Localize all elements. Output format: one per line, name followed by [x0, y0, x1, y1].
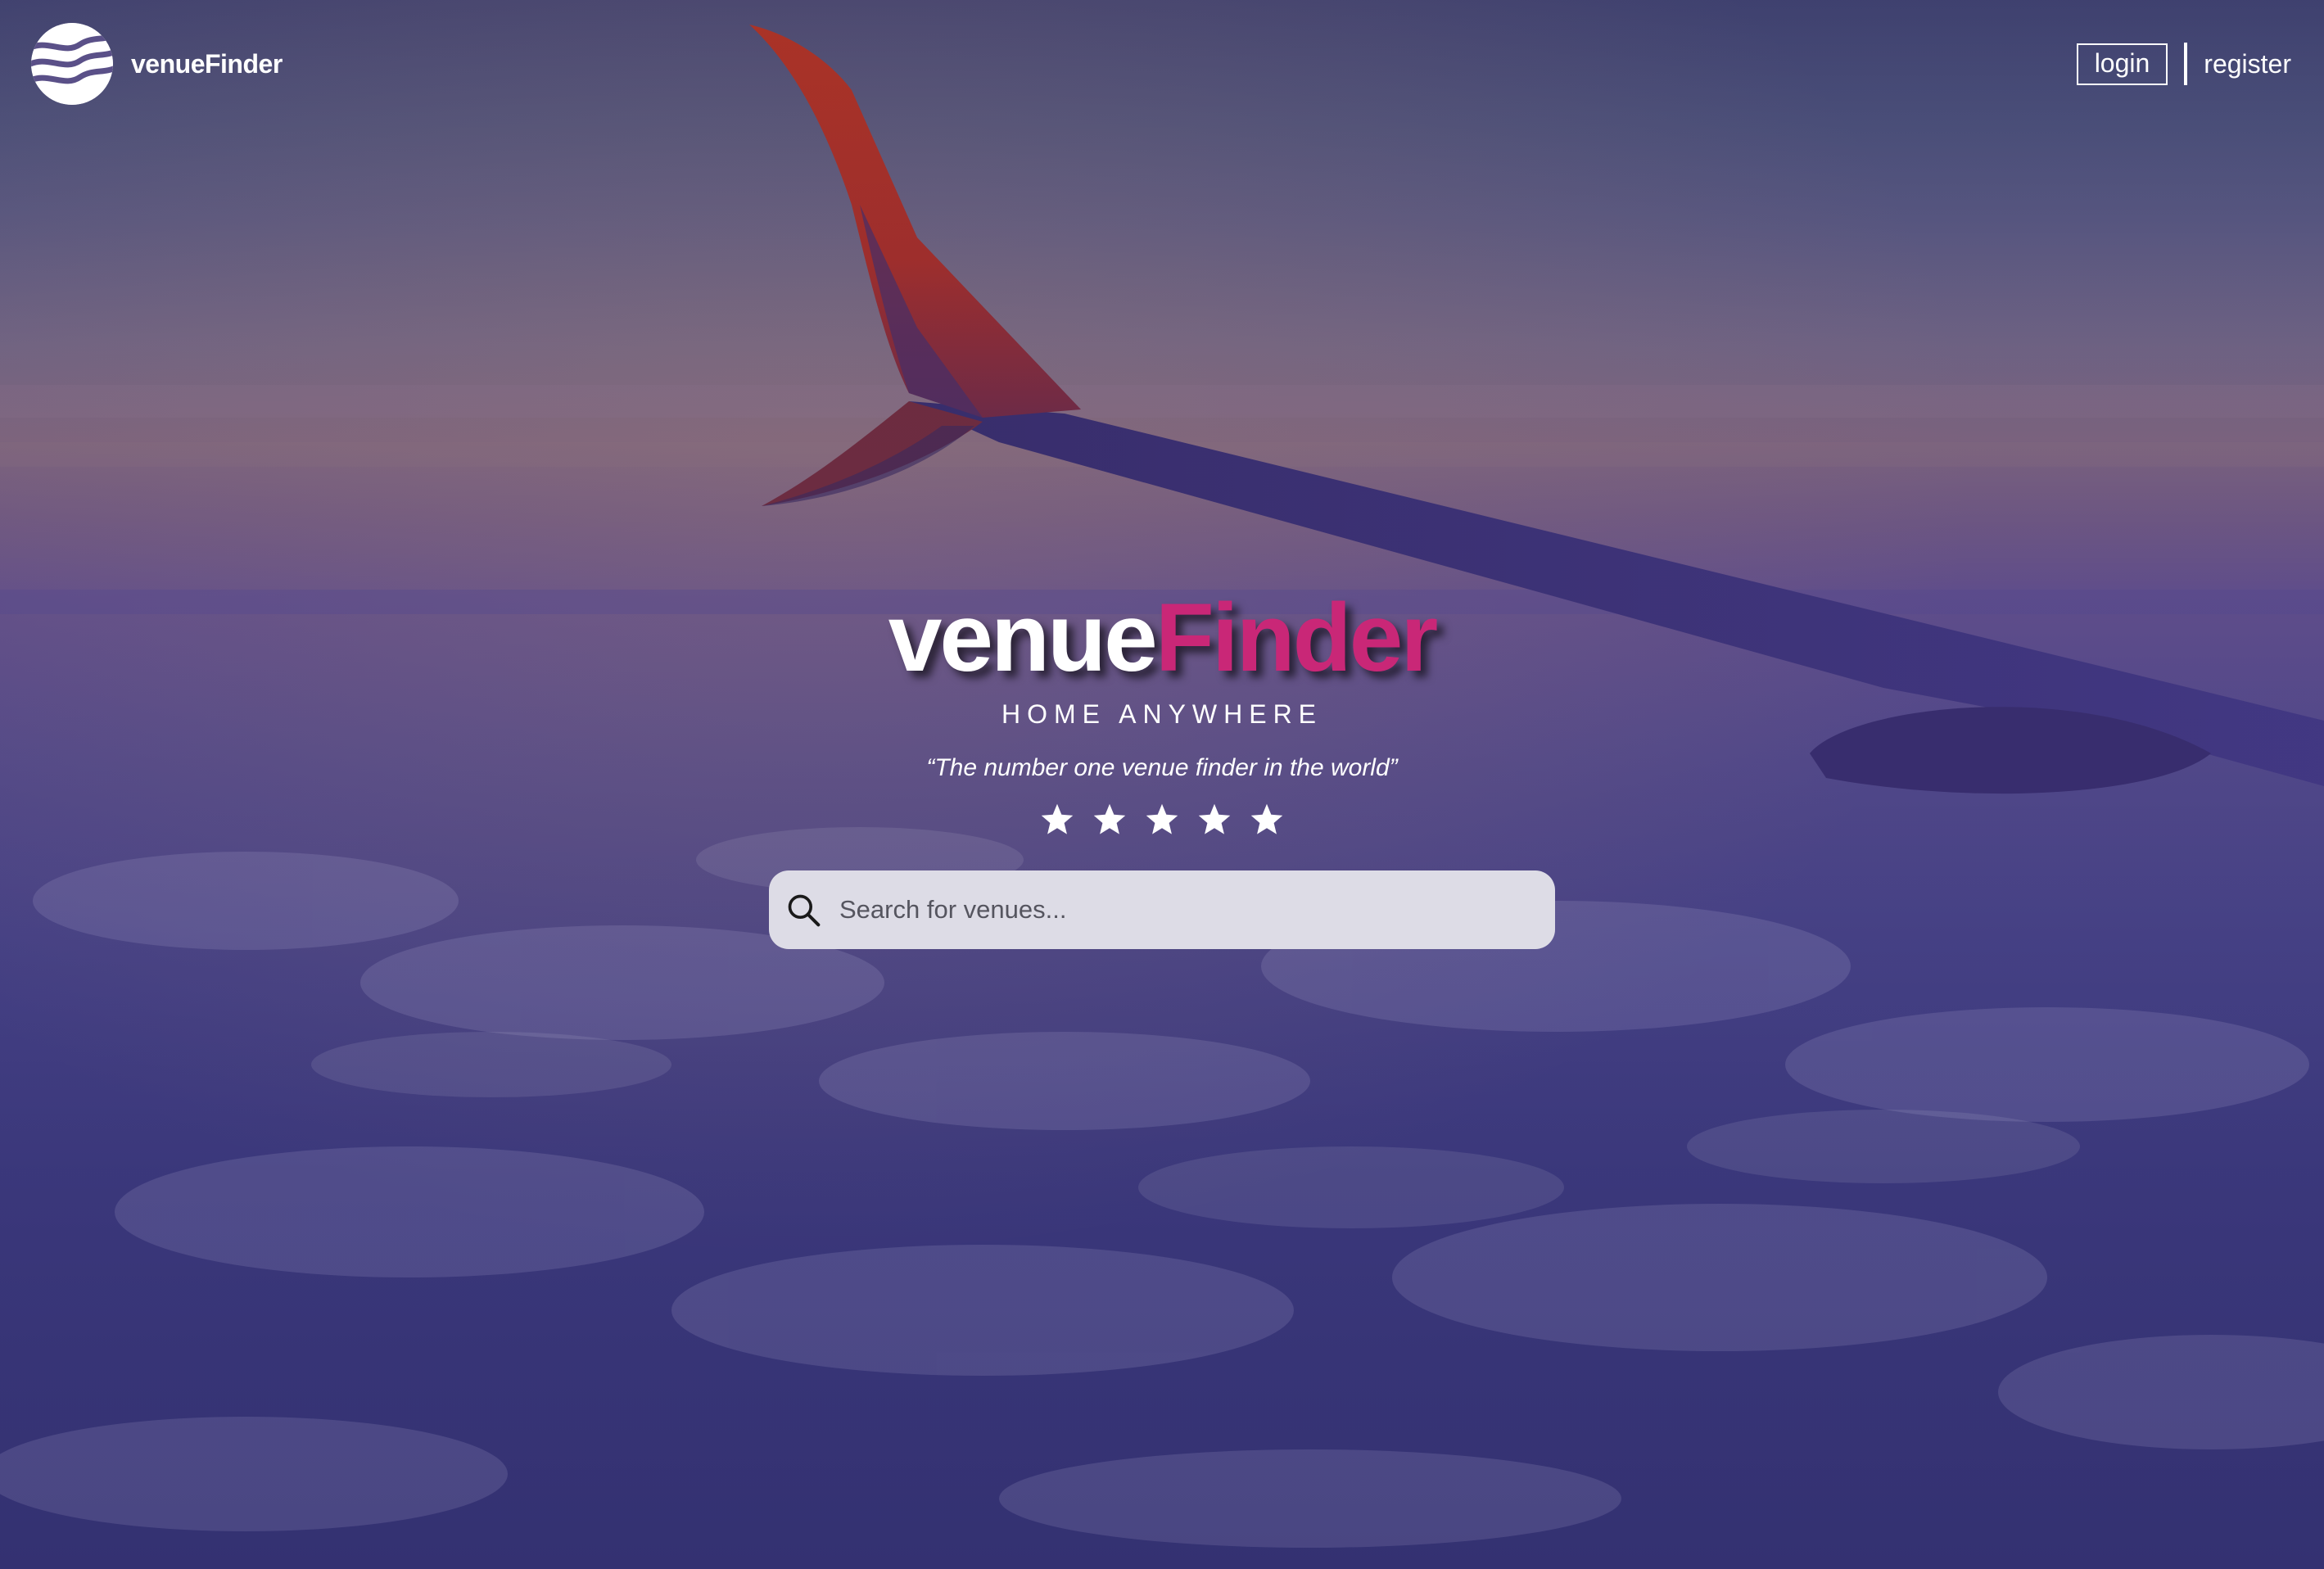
- rating-stars: [1039, 802, 1285, 838]
- hero-quote: “The number one venue finder in the worl…: [926, 754, 1398, 781]
- star-icon: [1198, 803, 1231, 834]
- search-input[interactable]: [838, 894, 1539, 925]
- landing-page: venueFinder login register venueFinder H…: [0, 0, 2324, 1569]
- hero-brand-title: venueFinder: [888, 590, 1439, 686]
- star-icon: [1250, 803, 1283, 834]
- brand-title-part1: venue: [888, 584, 1158, 692]
- star-icon: [1146, 803, 1178, 834]
- star-icon: [1093, 803, 1126, 834]
- tagline: HOME ANYWHERE: [1001, 699, 1323, 729]
- search-bar[interactable]: [769, 870, 1555, 949]
- auth-divider: [2184, 43, 2188, 85]
- brand-title-part2: Finder: [1155, 584, 1439, 692]
- search-icon[interactable]: [785, 892, 821, 928]
- logo-text: venueFinder: [131, 48, 283, 79]
- wave-globe-icon: [31, 23, 113, 105]
- login-button[interactable]: login: [2076, 43, 2168, 85]
- hero-section: venueFinder HOME ANYWHERE “The number on…: [0, 590, 2324, 949]
- auth-nav: login register: [2076, 43, 2291, 85]
- register-link[interactable]: register: [2204, 49, 2291, 79]
- site-logo[interactable]: venueFinder: [31, 23, 283, 105]
- star-icon: [1041, 803, 1074, 834]
